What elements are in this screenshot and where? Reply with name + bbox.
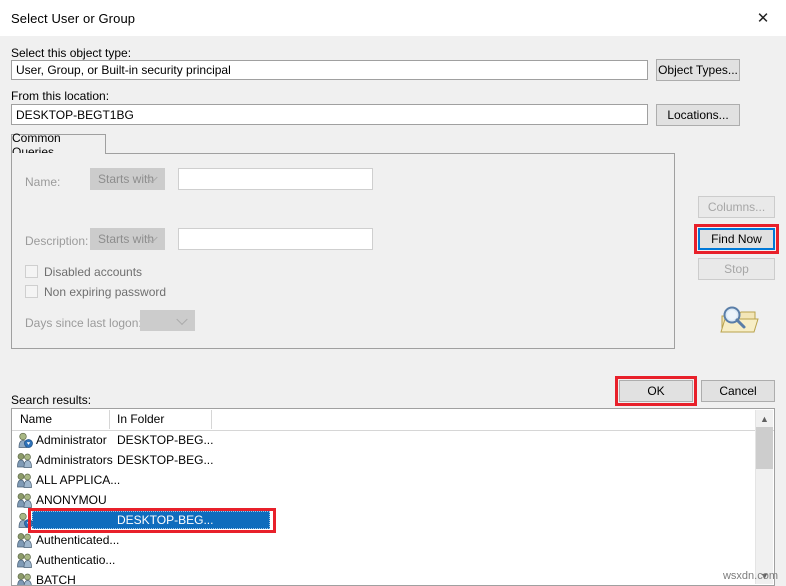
description-label: Description: — [25, 234, 89, 248]
cell-name: Administrators — [36, 453, 113, 467]
disabled-accounts-checkbox[interactable] — [25, 265, 38, 278]
disabled-accounts-label: Disabled accounts — [44, 265, 143, 279]
cell-name: Authenticatio... — [36, 553, 116, 567]
search-results-list[interactable]: Name In Folder Administrator DESKTOP-BEG.… — [11, 408, 775, 586]
group-icon — [16, 572, 33, 585]
table-row[interactable]: Administrators DESKTOP-BEG... — [12, 450, 774, 470]
name-label: Name: — [25, 175, 61, 189]
cancel-button[interactable]: Cancel — [701, 380, 775, 402]
table-row[interactable]: ANONYMOU — [12, 490, 774, 510]
column-header-name[interactable]: Name — [20, 412, 52, 426]
column-header-in-folder[interactable]: In Folder — [117, 412, 164, 426]
title-bar: Select User or Group ✕ — [0, 0, 786, 36]
object-types-button[interactable]: Object Types... — [656, 59, 740, 81]
chevron-down-icon — [176, 313, 188, 325]
location-label: From this location: — [11, 89, 110, 103]
table-row[interactable]: .. DESKTOP-BEG... — [12, 510, 774, 530]
days-since-last-logon-select[interactable] — [140, 310, 195, 331]
watermark: wsxdn.com — [722, 570, 778, 582]
search-results-label: Search results: — [11, 393, 92, 407]
columns-button: Columns... — [698, 196, 775, 218]
user-icon — [16, 512, 33, 528]
cell-name: ANONYMOU — [36, 493, 107, 507]
name-operator-value: Starts with — [98, 172, 155, 186]
group-icon — [16, 532, 33, 548]
cell-name: ALL APPLICA... — [36, 473, 121, 487]
name-input[interactable] — [178, 168, 373, 190]
scrollbar-thumb[interactable] — [756, 427, 773, 469]
object-type-field[interactable]: User, Group, or Built-in security princi… — [11, 60, 648, 80]
select-user-or-group-dialog: Select User or Group ✕ Select this objec… — [0, 0, 786, 586]
list-header: Name In Folder — [12, 409, 774, 431]
cell-in-folder: DESKTOP-BEG... — [117, 513, 214, 527]
result-rows: Administrator DESKTOP-BEG... Administrator… — [12, 430, 774, 585]
group-icon — [16, 472, 33, 488]
locations-button[interactable]: Locations... — [656, 104, 740, 126]
stop-button: Stop — [698, 258, 775, 280]
description-operator-value: Starts with — [98, 232, 155, 246]
cell-name: Administrator — [36, 433, 107, 447]
close-icon[interactable]: ✕ — [740, 0, 786, 36]
cell-name: .. — [592, 513, 599, 527]
table-row[interactable]: Authenticatio... — [12, 550, 774, 570]
table-row[interactable]: BATCH — [12, 570, 774, 586]
tab-seam — [12, 153, 105, 155]
window-title: Select User or Group — [11, 10, 136, 26]
dialog-body: Select this object type: User, Group, or… — [0, 36, 786, 586]
ok-button[interactable]: OK — [619, 380, 693, 402]
non-expiring-password-label: Non expiring password — [44, 285, 167, 299]
group-icon — [16, 492, 33, 508]
magnifier-folder-icon — [714, 302, 760, 336]
table-row[interactable]: Authenticated... — [12, 530, 774, 550]
non-expiring-password-checkbox[interactable] — [25, 285, 38, 298]
description-input[interactable] — [178, 228, 373, 250]
cell-name: Authenticated... — [36, 533, 120, 547]
find-now-button[interactable]: Find Now — [698, 228, 775, 250]
table-row[interactable]: ALL APPLICA... — [12, 470, 774, 490]
days-since-last-logon-label: Days since last logon: — [25, 316, 142, 330]
column-divider[interactable] — [211, 410, 212, 429]
tab-common-queries[interactable]: Common Queries — [11, 131, 106, 159]
description-operator-select[interactable]: Starts with — [90, 228, 165, 250]
group-icon — [16, 552, 33, 568]
name-operator-select[interactable]: Starts with — [90, 168, 165, 190]
column-divider[interactable] — [109, 410, 110, 429]
location-field[interactable]: DESKTOP-BEGT1BG — [11, 104, 648, 125]
group-icon — [16, 452, 33, 468]
object-type-label: Select this object type: — [11, 46, 132, 60]
table-row[interactable]: Administrator DESKTOP-BEG... — [12, 430, 774, 450]
cell-name: BATCH — [36, 573, 76, 586]
vertical-scrollbar[interactable]: ▲ ▼ — [755, 410, 773, 584]
user-icon — [16, 432, 33, 448]
cell-in-folder: DESKTOP-BEG... — [117, 433, 214, 447]
cell-in-folder: DESKTOP-BEG... — [117, 453, 214, 467]
chevron-up-icon[interactable]: ▲ — [756, 410, 773, 427]
